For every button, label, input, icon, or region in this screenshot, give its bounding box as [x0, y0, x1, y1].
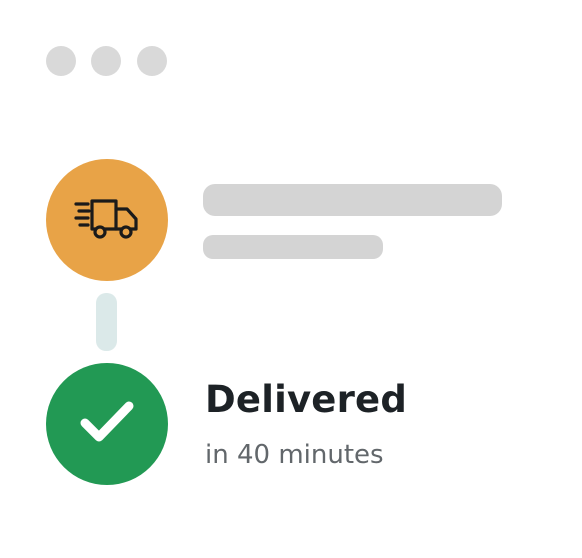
status-subtitle: in 40 minutes — [205, 440, 384, 470]
window-dot-1 — [46, 46, 76, 76]
status-title: Delivered — [205, 378, 408, 421]
in-transit-step-badge — [46, 159, 168, 281]
checkmark-icon — [77, 397, 137, 452]
delivered-step-badge — [46, 363, 168, 485]
delivery-truck-icon — [74, 196, 140, 245]
step-connector — [96, 293, 117, 351]
placeholder-line-long — [203, 184, 502, 216]
placeholder-line-short — [203, 235, 383, 259]
order-status-card: Delivered in 40 minutes — [0, 0, 582, 558]
window-dot-3 — [137, 46, 167, 76]
window-dot-2 — [91, 46, 121, 76]
